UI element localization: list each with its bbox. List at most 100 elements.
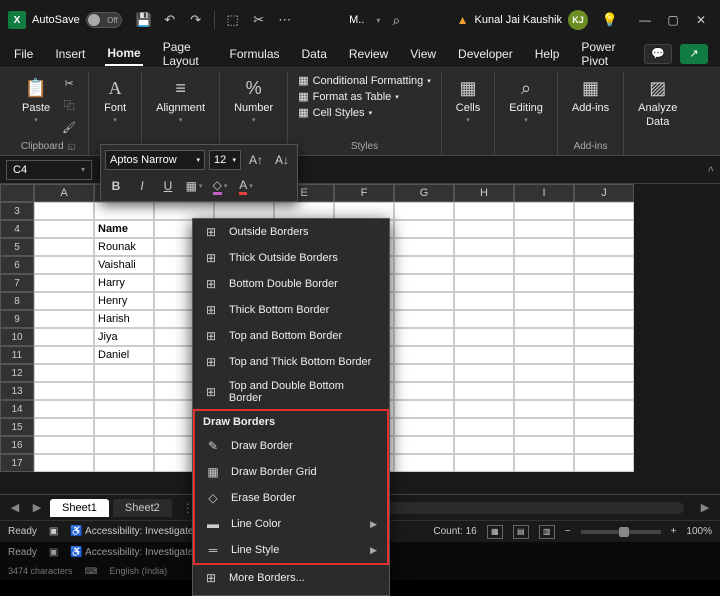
cell[interactable] bbox=[454, 202, 514, 220]
cells-button[interactable]: ▦ Cells ▾ bbox=[452, 74, 484, 126]
analyze-data-button[interactable]: ▨ Analyze Data bbox=[634, 74, 681, 130]
cell[interactable] bbox=[574, 238, 634, 256]
cell[interactable] bbox=[574, 202, 634, 220]
cell[interactable] bbox=[394, 274, 454, 292]
tab-review[interactable]: Review bbox=[347, 43, 390, 65]
cell[interactable] bbox=[514, 220, 574, 238]
row-header[interactable]: 13 bbox=[0, 382, 34, 400]
draw-border-item[interactable]: ◇Erase Border bbox=[195, 485, 387, 511]
tab-formulas[interactable]: Formulas bbox=[228, 43, 282, 65]
col-header[interactable]: H bbox=[454, 184, 514, 202]
row-header[interactable]: 16 bbox=[0, 436, 34, 454]
increase-font-icon[interactable]: A↑ bbox=[245, 149, 267, 171]
number-button[interactable]: % Number ▾ bbox=[230, 74, 277, 126]
draw-border-item[interactable]: ▦Draw Border Grid bbox=[195, 459, 387, 485]
row-header[interactable]: 11 bbox=[0, 346, 34, 364]
cell[interactable] bbox=[34, 454, 94, 472]
cell[interactable]: Daniel bbox=[94, 346, 154, 364]
cell[interactable] bbox=[454, 400, 514, 418]
sheet-tab-1[interactable]: Sheet1 bbox=[50, 499, 109, 517]
cell[interactable] bbox=[574, 310, 634, 328]
font-size-selector[interactable]: 12▾ bbox=[209, 150, 241, 170]
cell[interactable]: Name bbox=[94, 220, 154, 238]
cut-button[interactable]: ✂ bbox=[60, 74, 78, 92]
cell[interactable] bbox=[394, 292, 454, 310]
alignment-button[interactable]: ≡ Alignment ▾ bbox=[152, 74, 209, 126]
cell[interactable] bbox=[94, 418, 154, 436]
minimize-icon[interactable]: ― bbox=[634, 9, 656, 31]
cell[interactable] bbox=[394, 364, 454, 382]
close-icon[interactable]: ✕ bbox=[690, 9, 712, 31]
collapse-ribbon-icon[interactable]: ˄ bbox=[708, 164, 714, 176]
cell[interactable] bbox=[454, 328, 514, 346]
format-painter-button[interactable]: 🖌 bbox=[60, 118, 78, 136]
col-header[interactable]: A bbox=[34, 184, 94, 202]
row-header[interactable]: 3 bbox=[0, 202, 34, 220]
cell[interactable] bbox=[574, 292, 634, 310]
cell[interactable] bbox=[394, 454, 454, 472]
autosave-toggle[interactable]: Off bbox=[86, 12, 122, 28]
sheet-tab-2[interactable]: Sheet2 bbox=[113, 499, 172, 517]
cell-styles-button[interactable]: ▦Cell Styles▾ bbox=[298, 106, 431, 119]
cell[interactable] bbox=[94, 202, 154, 220]
page-break-view-icon[interactable]: ▥ bbox=[539, 525, 555, 539]
row-header[interactable]: 10 bbox=[0, 328, 34, 346]
row-header[interactable]: 4 bbox=[0, 220, 34, 238]
cell[interactable] bbox=[394, 346, 454, 364]
row-header[interactable]: 7 bbox=[0, 274, 34, 292]
cell[interactable] bbox=[34, 400, 94, 418]
cell[interactable] bbox=[394, 238, 454, 256]
zoom-out-icon[interactable]: − bbox=[565, 526, 571, 537]
search-icon[interactable]: ⌕ bbox=[392, 12, 400, 29]
share-button[interactable]: ↗ bbox=[680, 44, 708, 64]
name-box[interactable]: C4▾ bbox=[6, 160, 92, 180]
tab-data[interactable]: Data bbox=[300, 43, 329, 65]
row-header[interactable]: 14 bbox=[0, 400, 34, 418]
row-header[interactable]: 17 bbox=[0, 454, 34, 472]
cell[interactable] bbox=[34, 202, 94, 220]
cell[interactable] bbox=[514, 274, 574, 292]
cell[interactable] bbox=[394, 310, 454, 328]
comments-button[interactable]: 💬 bbox=[644, 44, 672, 64]
user-account[interactable]: ▲ Kunal Jai Kaushik KJ bbox=[457, 10, 588, 30]
page-layout-view-icon[interactable]: ▤ bbox=[513, 525, 529, 539]
paste-button[interactable]: 📋 Paste ▾ bbox=[18, 74, 54, 126]
cell[interactable] bbox=[574, 454, 634, 472]
font-button[interactable]: A Font ▾ bbox=[99, 74, 131, 126]
tab-file[interactable]: File bbox=[12, 43, 35, 65]
row-header[interactable]: 5 bbox=[0, 238, 34, 256]
cell[interactable] bbox=[574, 220, 634, 238]
cell[interactable] bbox=[94, 400, 154, 418]
border-menu-item[interactable]: ⊞Thick Outside Borders bbox=[193, 245, 389, 271]
cell[interactable] bbox=[34, 364, 94, 382]
cell[interactable]: Harry bbox=[94, 274, 154, 292]
cell[interactable] bbox=[394, 400, 454, 418]
cell[interactable] bbox=[514, 418, 574, 436]
italic-button[interactable]: I bbox=[131, 175, 153, 197]
row-header[interactable]: 8 bbox=[0, 292, 34, 310]
cell[interactable]: Henry bbox=[94, 292, 154, 310]
cell[interactable] bbox=[454, 220, 514, 238]
cell[interactable] bbox=[574, 256, 634, 274]
cell[interactable]: Rounak bbox=[94, 238, 154, 256]
cell[interactable] bbox=[454, 436, 514, 454]
cell[interactable] bbox=[454, 346, 514, 364]
col-header[interactable]: I bbox=[514, 184, 574, 202]
cell[interactable] bbox=[34, 256, 94, 274]
cell[interactable] bbox=[514, 238, 574, 256]
border-menu-item[interactable]: ⊞Top and Double Bottom Border bbox=[193, 375, 389, 409]
col-header[interactable]: G bbox=[394, 184, 454, 202]
cell[interactable] bbox=[94, 382, 154, 400]
cell[interactable] bbox=[514, 328, 574, 346]
decrease-font-icon[interactable]: A↓ bbox=[271, 149, 293, 171]
cell[interactable] bbox=[394, 382, 454, 400]
conditional-formatting-button[interactable]: ▦Conditional Formatting▾ bbox=[298, 74, 431, 87]
tab-home[interactable]: Home bbox=[105, 42, 142, 66]
cell[interactable] bbox=[394, 418, 454, 436]
cell[interactable] bbox=[514, 436, 574, 454]
cell[interactable] bbox=[514, 256, 574, 274]
format-as-table-button[interactable]: ▦Format as Table▾ bbox=[298, 90, 431, 103]
border-menu-item[interactable]: ⊞Thick Bottom Border bbox=[193, 297, 389, 323]
cell[interactable] bbox=[574, 382, 634, 400]
cell[interactable] bbox=[514, 364, 574, 382]
